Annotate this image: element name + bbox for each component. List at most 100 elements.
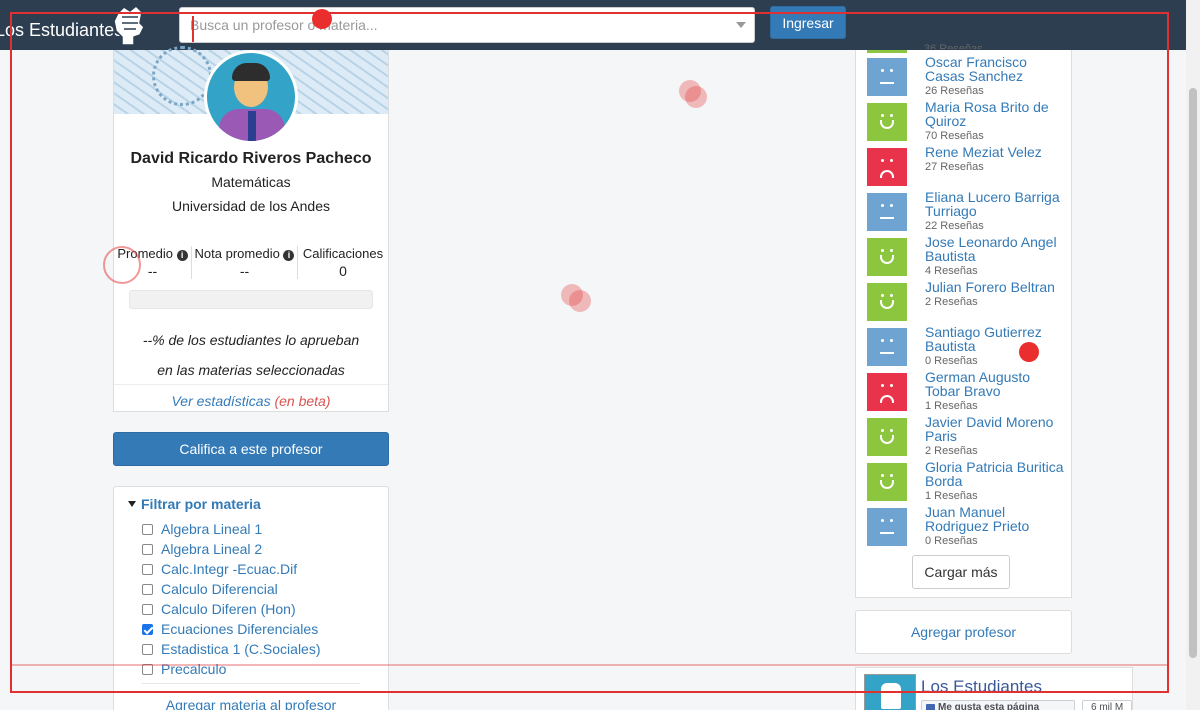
professor-list-item[interactable]: Julian Forero Beltran 2 Reseñas: [867, 280, 1067, 328]
brand-name[interactable]: Los Estudiantes: [0, 20, 123, 41]
chevron-down-icon[interactable]: [736, 22, 746, 28]
subject-filter-item[interactable]: Algebra Lineal 1: [142, 521, 321, 541]
subject-filter-item[interactable]: Precalculo: [142, 661, 321, 681]
stat-value: --: [147, 263, 158, 279]
stat-label: Nota promedio: [194, 246, 280, 261]
scrollbar-thumb[interactable]: [1189, 88, 1197, 658]
professor-name-link[interactable]: Oscar Francisco Casas Sanchez: [925, 55, 1065, 83]
subject-label[interactable]: Calc.Integr -Ecuac.Dif: [161, 561, 297, 577]
fist-logo-icon[interactable]: [110, 3, 148, 47]
neutral-face-icon[interactable]: [867, 58, 907, 96]
add-subject-link[interactable]: Agregar materia al profesor: [114, 697, 388, 710]
professor-name-link[interactable]: Rene Meziat Velez: [925, 145, 1065, 159]
professor-list-item[interactable]: Javier David Moreno Paris 2 Reseñas: [867, 415, 1067, 463]
sad-face-icon[interactable]: [867, 373, 907, 411]
professor-name-link[interactable]: Julian Forero Beltran: [925, 280, 1065, 294]
professor-list-item[interactable]: Oscar Francisco Casas Sanchez 26 Reseñas: [867, 55, 1067, 103]
subject-checkbox[interactable]: [142, 544, 153, 555]
subject-filter-card: Filtrar por materia Algebra Lineal 1 Alge…: [113, 486, 389, 710]
professor-list-item[interactable]: German Augusto Tobar Bravo 1 Reseñas: [867, 370, 1067, 418]
subject-checkbox[interactable]: [142, 524, 153, 535]
login-button[interactable]: Ingresar: [770, 6, 846, 39]
happy-face-icon[interactable]: [867, 238, 907, 276]
facebook-page-name[interactable]: Los Estudiantes: [921, 677, 1042, 697]
subject-checkbox[interactable]: [142, 624, 153, 635]
subject-filter-item[interactable]: Calculo Diferencial: [142, 581, 321, 601]
click-marker-faint: [561, 284, 583, 306]
rate-professor-button[interactable]: Califica a este profesor: [113, 432, 389, 466]
subject-filter-item[interactable]: Algebra Lineal 2: [142, 541, 321, 561]
subject-checkbox[interactable]: [142, 584, 153, 595]
subject-label[interactable]: Precalculo: [161, 661, 226, 677]
subject-filter-item[interactable]: Estadistica 1 (C.Sociales): [142, 641, 321, 661]
professor-name-link[interactable]: Juan Manuel Rodriguez Prieto: [925, 505, 1065, 533]
stat-average-grade: Nota promedio i --: [192, 246, 298, 279]
happy-face-icon[interactable]: [867, 103, 907, 141]
review-count: 0 Reseñas: [925, 355, 978, 367]
divider: [142, 683, 360, 684]
happy-face-icon[interactable]: [867, 463, 907, 501]
professor-list-item[interactable]: Santiago Gutierrez Bautista 0 Reseñas: [867, 325, 1067, 373]
neutral-face-icon[interactable]: [867, 193, 907, 231]
gear-icon: [152, 46, 212, 106]
subject-checkbox[interactable]: [142, 664, 153, 675]
subject-label[interactable]: Ecuaciones Diferenciales: [161, 621, 318, 637]
sad-face-icon[interactable]: [867, 148, 907, 186]
happy-face-icon[interactable]: [867, 418, 907, 456]
search-box[interactable]: [179, 7, 755, 43]
subject-label[interactable]: Calculo Diferencial: [161, 581, 278, 597]
subject-checkbox[interactable]: [142, 644, 153, 655]
like-label: Me gusta esta página: [938, 702, 1040, 710]
professor-name-link[interactable]: Gloria Patricia Buritica Borda: [925, 460, 1065, 488]
stat-label: Calificaciones: [302, 246, 384, 261]
happy-face-icon[interactable]: [867, 283, 907, 321]
professor-name-link[interactable]: Eliana Lucero Barriga Turriago: [925, 190, 1065, 218]
review-count: 36 Reseñas: [924, 44, 983, 49]
professor-list-item[interactable]: Jose Leonardo Angel Bautista 4 Reseñas: [867, 235, 1067, 283]
subject-label[interactable]: Estadistica 1 (C.Sociales): [161, 641, 321, 657]
fist-logo-icon[interactable]: [864, 674, 916, 710]
subject-label[interactable]: Calculo Diferen (Hon): [161, 601, 296, 617]
search-input[interactable]: [190, 8, 720, 42]
facebook-page-widget: Los Estudiantes Me gusta esta página 6 m…: [855, 667, 1133, 710]
professor-name-link[interactable]: Javier David Moreno Paris: [925, 415, 1065, 443]
facebook-icon: [926, 704, 935, 710]
filter-toggle[interactable]: Filtrar por materia: [128, 496, 261, 512]
click-marker-faint: [679, 80, 701, 102]
professor-name-link[interactable]: Jose Leonardo Angel Bautista: [925, 235, 1065, 263]
review-count: 4 Reseñas: [925, 265, 978, 277]
stat-value: 0: [339, 263, 347, 279]
professor-list-item[interactable]: Rene Meziat Velez 27 Reseñas: [867, 145, 1067, 193]
professor-list-item[interactable]: Juan Manuel Rodriguez Prieto 0 Reseñas: [867, 505, 1067, 553]
professor-name-link[interactable]: Santiago Gutierrez Bautista: [925, 325, 1065, 353]
subject-filter-item[interactable]: Calc.Integr -Ecuac.Dif: [142, 561, 321, 581]
subject-checkbox[interactable]: [142, 564, 153, 575]
subject-checkbox[interactable]: [142, 604, 153, 615]
facebook-like-button[interactable]: Me gusta esta página: [921, 700, 1075, 710]
professor-list-panel: 36 Reseñas Oscar Francisco Casas Sanchez…: [855, 44, 1072, 598]
scrollbar[interactable]: [1186, 0, 1200, 710]
professor-name-link[interactable]: German Augusto Tobar Bravo: [925, 370, 1065, 398]
view-statistics-link[interactable]: Ver estadísticas: [171, 393, 270, 409]
professor-name-link[interactable]: Maria Rosa Brito de Quiroz: [925, 100, 1065, 128]
neutral-face-icon[interactable]: [867, 508, 907, 546]
info-icon[interactable]: i: [176, 250, 188, 261]
triangle-down-icon: [128, 501, 136, 507]
subject-label[interactable]: Algebra Lineal 1: [161, 521, 262, 537]
happy-face-icon[interactable]: [867, 50, 907, 53]
neutral-face-icon[interactable]: [867, 328, 907, 366]
review-count: 2 Reseñas: [925, 445, 978, 457]
review-count: 2 Reseñas: [925, 296, 978, 308]
subject-label[interactable]: Algebra Lineal 2: [161, 541, 262, 557]
review-count: 1 Reseñas: [925, 400, 978, 412]
info-icon[interactable]: i: [283, 250, 295, 261]
subject-filter-item[interactable]: Calculo Diferen (Hon): [142, 601, 321, 621]
professor-list-item[interactable]: Eliana Lucero Barriga Turriago 22 Reseñas: [867, 190, 1067, 238]
subject-filter-item[interactable]: Ecuaciones Diferenciales: [142, 621, 321, 641]
professor-list-item[interactable]: Maria Rosa Brito de Quiroz 70 Reseñas: [867, 100, 1067, 148]
review-count: 22 Reseñas: [925, 220, 984, 232]
professor-list-item[interactable]: Gloria Patricia Buritica Borda 1 Reseñas: [867, 460, 1067, 508]
add-professor-button[interactable]: Agregar profesor: [855, 610, 1072, 654]
review-count: 27 Reseñas: [925, 161, 984, 173]
load-more-button[interactable]: Cargar más: [912, 555, 1010, 589]
